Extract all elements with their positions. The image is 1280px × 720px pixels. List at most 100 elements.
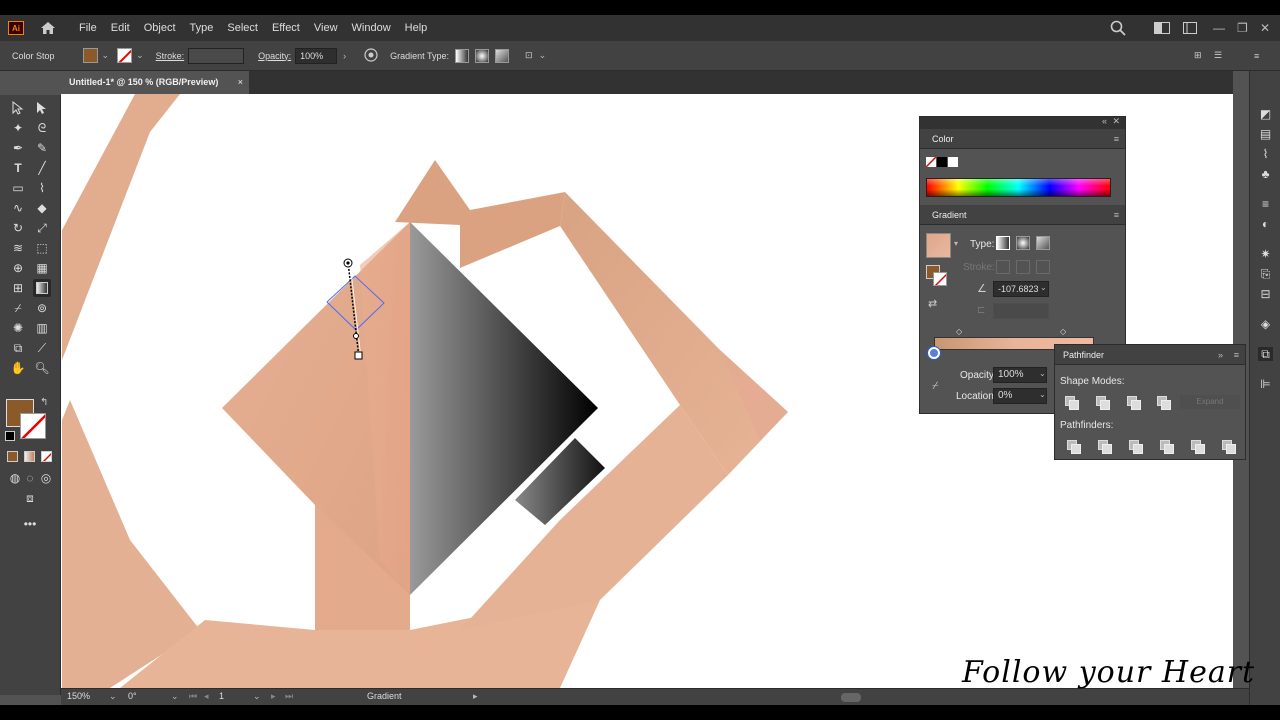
chevron-down-icon[interactable]: ⌄	[1040, 283, 1047, 292]
last-artboard-icon[interactable]: ⏭	[285, 691, 293, 702]
radial-gradient-button[interactable]	[475, 48, 490, 63]
screen-mode-icon[interactable]: ⧈	[21, 489, 39, 507]
menu-edit[interactable]: Edit	[104, 15, 137, 41]
gradient-midpoint-diamond[interactable]: ◇	[956, 327, 962, 336]
color-black-swatch[interactable]	[937, 157, 947, 167]
close-window-icon[interactable]: ✕	[1260, 15, 1270, 41]
transparency-panel-icon[interactable]: ◐	[1258, 217, 1273, 231]
chevron-down-icon[interactable]: ⌄	[1039, 390, 1046, 399]
workspace-icon[interactable]	[1183, 15, 1197, 41]
stroke-weight-field[interactable]	[188, 47, 245, 64]
graph-tool-icon[interactable]: ▥	[33, 319, 51, 337]
eyedropper-icon[interactable]: ⌿	[932, 380, 939, 393]
color-panel-header[interactable]: Color ≡	[920, 129, 1125, 149]
more-tools-icon[interactable]: •••	[21, 515, 39, 533]
stroke-label[interactable]: Stroke:	[156, 51, 185, 61]
free-transform-tool-icon[interactable]: ⬚	[33, 239, 51, 257]
menu-select[interactable]: Select	[220, 15, 265, 41]
status-menu-arrow-icon[interactable]: ▸	[473, 691, 478, 702]
minus-back-button[interactable]	[1221, 439, 1236, 454]
slice-tool-icon[interactable]: ⟋	[33, 339, 51, 357]
linear-gradient-button[interactable]	[455, 48, 470, 63]
color-spectrum-bar[interactable]	[926, 178, 1111, 197]
stroke-along-button[interactable]	[1016, 260, 1030, 274]
none-mode-icon[interactable]	[41, 451, 52, 462]
rectangle-tool-icon[interactable]: ▭	[9, 179, 27, 197]
pathfinder-panel-header[interactable]: Pathfinder » ≡	[1055, 345, 1245, 365]
chevron-down-icon[interactable]: ⌄	[109, 691, 117, 702]
zoom-tool-icon[interactable]: 🔍︎	[33, 359, 51, 377]
reverse-gradient-icon[interactable]: ⇄	[928, 297, 937, 310]
chevron-right-icon[interactable]: ›	[343, 51, 346, 61]
opacity-field[interactable]: 100%	[295, 47, 338, 64]
pen-tool-icon[interactable]: ✒	[9, 139, 27, 157]
intersect-button[interactable]	[1126, 395, 1141, 410]
chevron-down-icon[interactable]: ⌄	[253, 691, 261, 702]
eyedropper-tool-icon[interactable]: ⌿	[9, 299, 27, 317]
magic-wand-tool-icon[interactable]: ✦	[9, 119, 27, 137]
chevron-down-icon[interactable]: ▾	[954, 239, 958, 248]
gradient-end-handle[interactable]	[354, 351, 363, 360]
stroke-panel-icon[interactable]: ≡	[1258, 197, 1273, 211]
chevron-down-icon[interactable]: ⌄	[539, 50, 547, 61]
align-panel-icon[interactable]: ⊫	[1258, 377, 1273, 391]
warp-tool-icon[interactable]: ≋	[9, 239, 27, 257]
rotate-tool-icon[interactable]: ↻	[9, 219, 27, 237]
asset-export-panel-icon[interactable]: ⎘	[1258, 267, 1273, 281]
home-icon[interactable]	[40, 20, 56, 36]
outline-button[interactable]	[1190, 439, 1205, 454]
rotation-value[interactable]: 0°	[128, 691, 137, 701]
type-tool-icon[interactable]: T	[9, 159, 27, 177]
align-icon[interactable]: ⊡	[525, 50, 533, 61]
hand-tool-icon[interactable]: ✋	[9, 359, 27, 377]
properties-panel-icon[interactable]: ◩	[1258, 107, 1273, 121]
menu-view[interactable]: View	[307, 15, 345, 41]
collapse-icon[interactable]: «	[1102, 116, 1107, 126]
close-tab-icon[interactable]: ×	[238, 71, 243, 94]
next-artboard-icon[interactable]: ▸	[271, 691, 276, 702]
blend-tool-icon[interactable]: ⊚	[33, 299, 51, 317]
brushes-panel-icon[interactable]: ⌇	[1258, 147, 1273, 161]
color-none-swatch[interactable]	[926, 157, 936, 167]
freeform-gradient-button[interactable]	[495, 48, 510, 63]
layers-panel-icon[interactable]: ◈	[1258, 317, 1273, 331]
panel-menu-icon[interactable]: ≡	[1114, 129, 1119, 149]
color-mode-icon[interactable]	[7, 451, 18, 462]
swap-colors-icon[interactable]: ↰	[40, 397, 48, 408]
shape-builder-tool-icon[interactable]: ⊕	[9, 259, 27, 277]
menu-file[interactable]: File	[72, 15, 104, 41]
libraries-panel-icon[interactable]: ▤	[1258, 127, 1273, 141]
gradient-color-stop-selected[interactable]	[928, 347, 940, 359]
transform-icon[interactable]: ⊞	[1194, 50, 1202, 61]
minus-front-button[interactable]	[1095, 395, 1110, 410]
perspective-grid-tool-icon[interactable]: ▦	[33, 259, 51, 277]
symbol-sprayer-tool-icon[interactable]: ✺	[9, 319, 27, 337]
menu-type[interactable]: Type	[183, 15, 221, 41]
fill-swatch[interactable]	[82, 48, 98, 63]
paintbrush-tool-icon[interactable]: ⌇	[33, 179, 51, 197]
artboard-tool-icon[interactable]: ⧉	[9, 339, 27, 357]
direct-selection-tool-icon[interactable]	[33, 99, 51, 117]
menu-effect[interactable]: Effect	[265, 15, 307, 41]
line-tool-icon[interactable]: ╱	[33, 159, 51, 177]
gradient-panel-header[interactable]: Gradient ≡	[920, 205, 1125, 225]
lasso-tool-icon[interactable]: ᘓ	[33, 119, 51, 137]
gradient-mode-icon[interactable]	[24, 451, 35, 462]
menu-object[interactable]: Object	[137, 15, 183, 41]
artboard-number[interactable]: 1	[219, 691, 224, 701]
menu-window[interactable]: Window	[345, 15, 398, 41]
arrange-documents-icon[interactable]	[1154, 15, 1170, 41]
symbols-panel-icon[interactable]: ♣	[1258, 167, 1273, 181]
left-arm-shape[interactable]	[62, 94, 180, 360]
panel-menu-icon[interactable]: ≡	[1234, 345, 1239, 365]
chevron-down-icon[interactable]: ⌄	[102, 50, 110, 61]
radial-type-button[interactable]	[1016, 236, 1030, 250]
mesh-tool-icon[interactable]: ⊞	[9, 279, 27, 297]
shaper-tool-icon[interactable]: ∿	[9, 199, 27, 217]
gradient-tool-icon[interactable]	[33, 279, 51, 297]
search-icon[interactable]	[1110, 15, 1126, 41]
gradient-midpoint-diamond[interactable]: ◇	[1060, 327, 1066, 336]
divide-button[interactable]	[1066, 439, 1081, 454]
zoom-level[interactable]: 150%	[67, 691, 90, 701]
expand-button[interactable]: Expand	[1180, 395, 1240, 409]
